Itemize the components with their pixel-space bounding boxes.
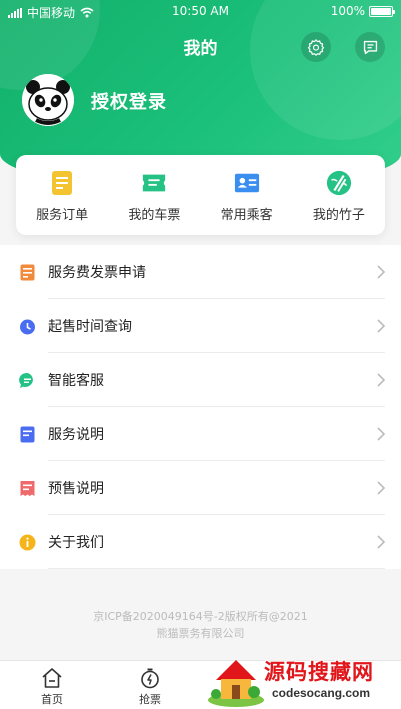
- menu-item-service-info[interactable]: 服务说明: [0, 407, 401, 461]
- order-icon: [49, 170, 75, 196]
- quick-actions-card: 服务订单 我的车票 常用乘客 我的竹子: [16, 155, 385, 235]
- quick-action-frequent-passengers[interactable]: 常用乘客: [201, 155, 293, 235]
- quick-action-label: 我的车票: [128, 208, 181, 223]
- login-link[interactable]: 授权登录: [91, 88, 167, 114]
- ticket-icon: [141, 170, 167, 196]
- tab-grab-tickets[interactable]: 抢票: [120, 667, 180, 707]
- bamboo-icon: [326, 170, 352, 196]
- house-logo-icon: [208, 660, 264, 707]
- chevron-right-icon: [377, 265, 385, 279]
- menu-item-presale-info[interactable]: 预售说明: [0, 461, 401, 515]
- menu-item-label: 服务说明: [48, 427, 104, 443]
- invoice-icon: [19, 264, 36, 281]
- chevron-right-icon: [377, 427, 385, 441]
- settings-button[interactable]: [301, 32, 331, 62]
- watermark: 源码搜藏网 codesocang.com: [206, 650, 401, 709]
- status-bar: 中国移动 10:50 AM 100%: [0, 0, 401, 22]
- message-button[interactable]: [355, 32, 385, 62]
- chevron-right-icon: [377, 535, 385, 549]
- page-title: 我的: [183, 39, 218, 59]
- quick-action-label: 服务订单: [36, 208, 89, 223]
- menu-item-sale-time[interactable]: 起售时间查询: [0, 299, 401, 353]
- menu-item-label: 服务费发票申请: [48, 265, 146, 281]
- doc-icon: [19, 426, 36, 443]
- menu-item-label: 预售说明: [48, 481, 104, 497]
- avatar[interactable]: [22, 74, 74, 126]
- chat-icon: [19, 372, 36, 389]
- menu-item-label: 起售时间查询: [48, 319, 132, 335]
- info-icon: [19, 534, 36, 551]
- chevron-right-icon: [377, 481, 385, 495]
- quick-action-my-tickets[interactable]: 我的车票: [108, 155, 200, 235]
- panda-avatar-icon: [22, 74, 74, 126]
- quick-action-label: 常用乘客: [220, 208, 273, 223]
- footer-company: 熊猫票务有限公司: [156, 627, 245, 640]
- menu-item-smart-service[interactable]: 智能客服: [0, 353, 401, 407]
- battery-percent: 100%: [330, 4, 365, 18]
- quick-action-my-bamboo[interactable]: 我的竹子: [293, 155, 385, 235]
- menu-item-invoice[interactable]: 服务费发票申请: [0, 245, 401, 299]
- tab-home[interactable]: 首页: [22, 667, 82, 707]
- menu-list: 服务费发票申请 起售时间查询 智能客服 服务说明 预售说明 关于我们: [0, 245, 401, 569]
- watermark-title: 源码搜藏网: [264, 659, 374, 684]
- chevron-right-icon: [377, 373, 385, 387]
- footer-copyright: 京ICP备2020049164号-2版权所有@2021 熊猫票务有限公司: [0, 608, 401, 642]
- home-icon: [42, 668, 62, 688]
- menu-item-label: 智能客服: [48, 373, 104, 389]
- message-icon: [363, 40, 377, 54]
- tab-label: 首页: [41, 693, 63, 706]
- battery-icon: [369, 5, 395, 17]
- footer-icp: 京ICP备2020049164号-2版权所有@2021: [93, 610, 308, 623]
- tab-label: 抢票: [139, 693, 161, 706]
- stopwatch-icon: [141, 668, 159, 689]
- menu-item-label: 关于我们: [48, 535, 104, 551]
- gear-icon: [307, 39, 325, 56]
- alarm-icon: [19, 318, 36, 335]
- chevron-right-icon: [377, 319, 385, 333]
- passenger-icon: [234, 170, 260, 196]
- watermark-url: codesocang.com: [272, 686, 371, 700]
- quick-action-service-orders[interactable]: 服务订单: [16, 155, 108, 235]
- receipt-icon: [19, 480, 36, 497]
- quick-action-label: 我的竹子: [312, 208, 365, 223]
- menu-item-about-us[interactable]: 关于我们: [0, 515, 401, 569]
